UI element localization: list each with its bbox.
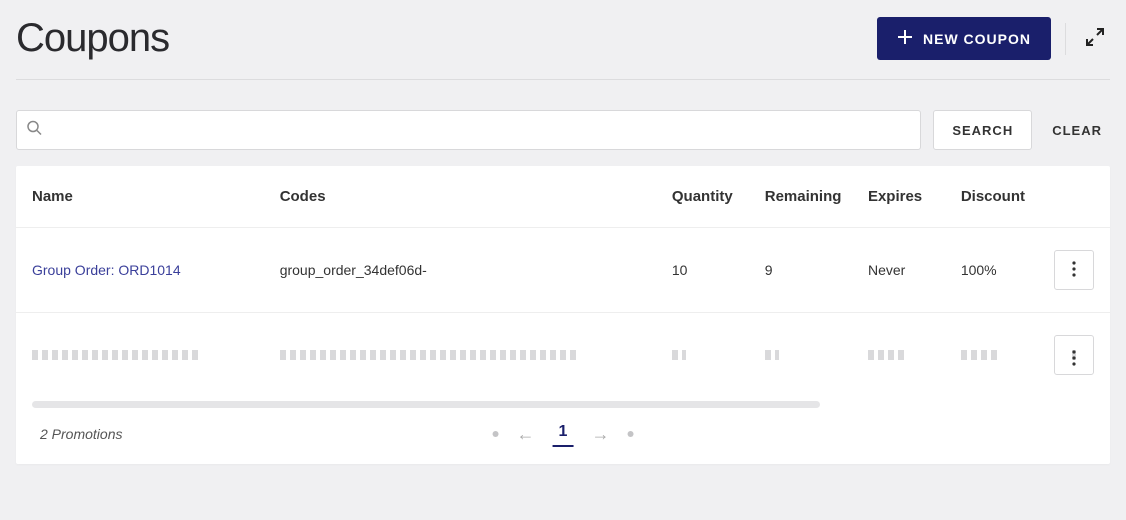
divider: [1065, 23, 1066, 55]
pager-first-dot-icon: [493, 431, 499, 437]
pager-last-dot-icon: [627, 431, 633, 437]
coupon-quantity: 10: [656, 228, 749, 313]
search-bar: SEARCH CLEAR: [16, 110, 1110, 150]
coupon-expires: Never: [852, 228, 945, 313]
plus-icon: [897, 29, 913, 48]
redacted-cell: [264, 313, 656, 398]
row-actions-button[interactable]: [1054, 250, 1094, 290]
promotions-count: 2 Promotions: [40, 426, 122, 442]
col-header-discount: Discount: [945, 166, 1038, 228]
row-actions-button[interactable]: [1054, 335, 1094, 375]
coupon-codes: group_order_34def06d-: [264, 228, 656, 313]
arrow-left-icon: ←: [517, 424, 535, 444]
pagination: ← 1 →: [493, 421, 634, 447]
header-actions: NEW COUPON: [877, 17, 1110, 60]
new-coupon-label: NEW COUPON: [923, 31, 1031, 47]
kebab-icon: [1072, 261, 1076, 280]
table-row: Group Order: ORD1014 group_order_34def06…: [16, 228, 1110, 313]
pager-next-button[interactable]: →: [587, 422, 613, 447]
coupon-discount: 100%: [945, 228, 1038, 313]
clear-button[interactable]: CLEAR: [1044, 123, 1110, 138]
col-header-expires: Expires: [852, 166, 945, 228]
kebab-icon: [1072, 350, 1076, 360]
page-title: Coupons: [16, 16, 169, 61]
horizontal-scrollbar[interactable]: [32, 401, 820, 408]
search-icon: [26, 120, 42, 141]
pager-prev-button[interactable]: ←: [513, 422, 539, 447]
col-header-actions: [1038, 166, 1110, 228]
col-header-name: Name: [16, 166, 264, 228]
redacted-cell: [656, 313, 749, 398]
redacted-cell: [945, 313, 1038, 398]
expand-icon: [1086, 34, 1104, 49]
pager-current-page[interactable]: 1: [553, 421, 574, 447]
coupon-name-link[interactable]: Group Order: ORD1014: [32, 262, 181, 278]
page-header: Coupons NEW COUPON: [16, 16, 1110, 80]
col-header-quantity: Quantity: [656, 166, 749, 228]
redacted-cell: [852, 313, 945, 398]
coupons-table: Name Codes Quantity Remaining Expires Di…: [16, 166, 1110, 397]
search-button[interactable]: SEARCH: [933, 110, 1032, 150]
coupons-table-card: Name Codes Quantity Remaining Expires Di…: [16, 166, 1110, 464]
table-footer: 2 Promotions ← 1 →: [16, 408, 1110, 464]
table-row: [16, 313, 1110, 398]
col-header-codes: Codes: [264, 166, 656, 228]
coupon-remaining: 9: [749, 228, 852, 313]
search-input[interactable]: [16, 110, 921, 150]
redacted-cell: [16, 313, 264, 398]
table-header-row: Name Codes Quantity Remaining Expires Di…: [16, 166, 1110, 228]
arrow-right-icon: →: [591, 424, 609, 444]
redacted-cell: [749, 313, 852, 398]
new-coupon-button[interactable]: NEW COUPON: [877, 17, 1051, 60]
expand-button[interactable]: [1080, 22, 1110, 55]
search-wrap: [16, 110, 921, 150]
col-header-remaining: Remaining: [749, 166, 852, 228]
